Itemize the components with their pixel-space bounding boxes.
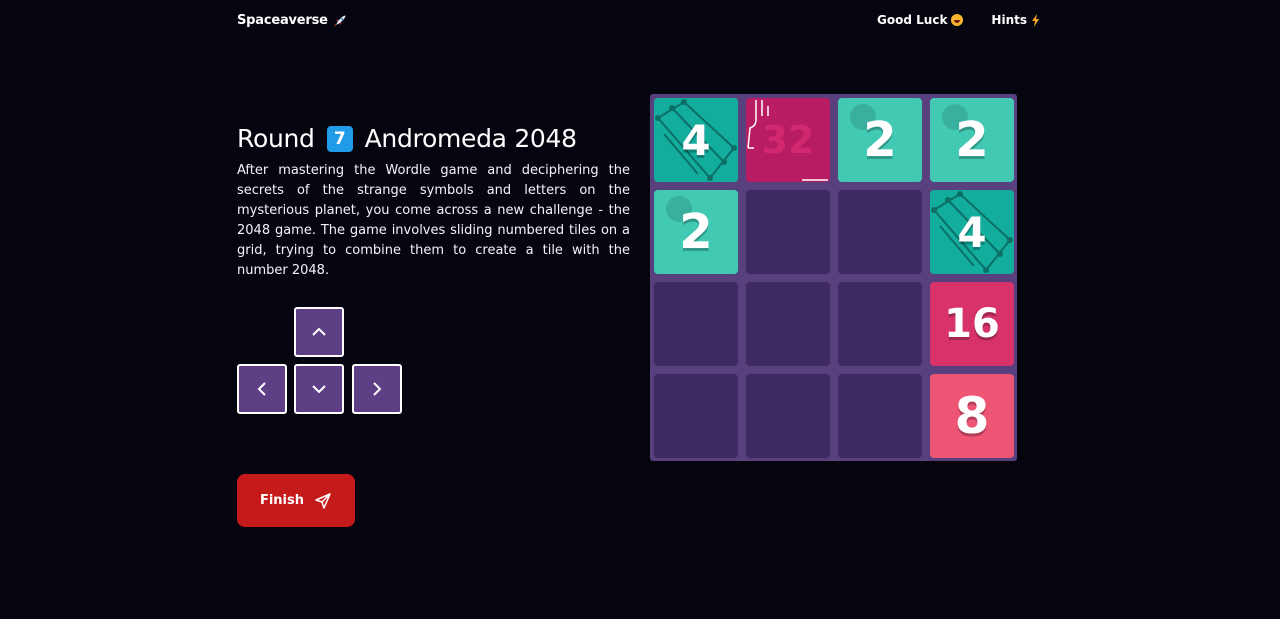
empty-cell [654, 374, 738, 458]
tile-32: 32 [746, 98, 830, 182]
empty-cell [746, 374, 830, 458]
empty-cell [654, 282, 738, 366]
finish-label: Finish [259, 493, 305, 508]
tile-4: 4 [930, 190, 1014, 274]
move-up-button[interactable] [294, 307, 344, 357]
round-prefix: Round [237, 124, 315, 153]
chevron-left-icon [257, 382, 266, 396]
round-name: Andromeda 2048 [364, 124, 577, 153]
tile-8: 8 [930, 374, 1014, 458]
nav-links: Good Luck Hints [877, 13, 1040, 27]
tile-2: 2 [838, 98, 922, 182]
move-right-button[interactable] [352, 364, 402, 414]
tile-value: 4 [681, 115, 711, 165]
tile-value: 32 [761, 118, 815, 162]
tile-16: 16 [930, 282, 1014, 366]
chevron-down-icon [312, 385, 326, 394]
brand-name: Spaceaverse [237, 13, 328, 28]
finish-button[interactable]: Finish [237, 474, 355, 527]
page-title: Round 7 Andromeda 2048 [237, 124, 577, 153]
move-down-button[interactable] [294, 364, 344, 414]
empty-cell [746, 190, 830, 274]
round-number-badge: 7 [326, 125, 353, 152]
game-board: 4 32 2 2 2 4 16 8 [650, 94, 1017, 461]
grinning-face-icon [951, 14, 964, 26]
lightning-icon [1032, 13, 1039, 27]
empty-cell [838, 282, 922, 366]
good-luck-link[interactable]: Good Luck [877, 13, 964, 27]
tile-value: 2 [863, 112, 897, 168]
tile-2: 2 [654, 190, 738, 274]
chevron-right-icon [373, 382, 382, 396]
tile-value: 8 [954, 387, 990, 445]
move-left-button[interactable] [237, 364, 287, 414]
good-luck-label: Good Luck [877, 13, 948, 27]
chevron-up-icon [312, 327, 326, 336]
empty-cell [746, 282, 830, 366]
brand-link[interactable]: Spaceaverse [237, 13, 347, 28]
hints-link[interactable]: Hints [991, 13, 1040, 27]
tile-value: 2 [679, 204, 713, 260]
tile-value: 16 [944, 301, 1000, 347]
tile-4: 4 [654, 98, 738, 182]
tile-value: 4 [957, 207, 987, 257]
rocket-icon [334, 15, 346, 26]
round-description: After mastering the Wordle game and deci… [237, 163, 630, 278]
tile-value: 2 [955, 112, 989, 168]
send-icon [315, 492, 331, 509]
hints-label: Hints [991, 13, 1027, 27]
empty-cell [838, 190, 922, 274]
empty-cell [838, 374, 922, 458]
tile-2: 2 [930, 98, 1014, 182]
